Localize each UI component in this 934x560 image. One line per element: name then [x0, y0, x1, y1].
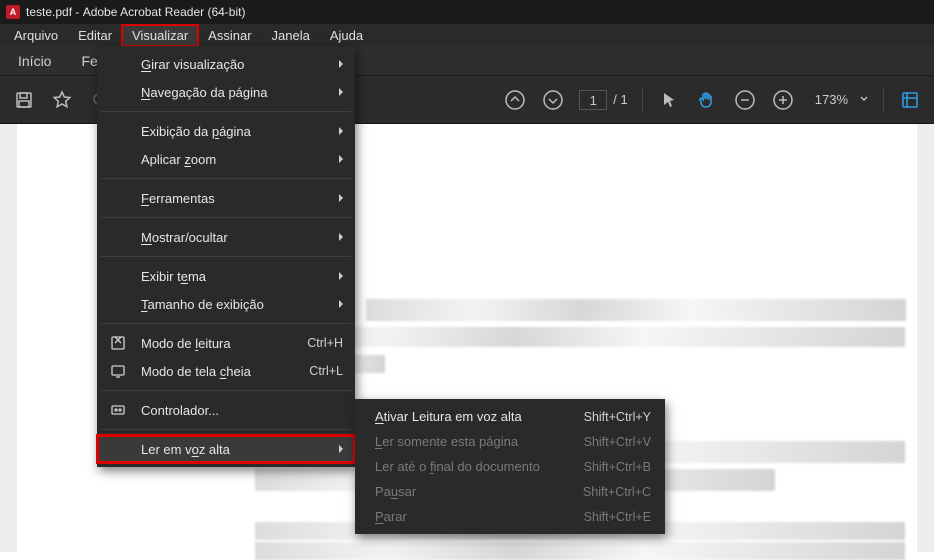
document-filename: teste.pdf [26, 5, 72, 19]
menuitem-modo-leitura[interactable]: Modo de leitura Ctrl+H Modo de leitura [97, 329, 355, 357]
submenu-arrow-icon [339, 272, 343, 280]
menu-separator [101, 178, 351, 179]
submenuitem-pausar: Pausar Shift+Ctrl+C Pausar [355, 479, 665, 504]
submenu-arrow-icon [339, 233, 343, 241]
menuitem-ler-voz-alta[interactable]: Ler em voz alta Ler em voz alta [97, 435, 355, 463]
pdf-app-icon: A [6, 5, 20, 19]
menu-separator [101, 429, 351, 430]
tab-inicio[interactable]: Início [18, 53, 51, 69]
pointer-tool-icon[interactable] [657, 88, 681, 112]
toolbar-divider [642, 88, 643, 112]
menuitem-exibir-tema[interactable]: Exibir tema Exibir tema [97, 262, 355, 290]
menu-visualizar[interactable]: Visualizar [122, 25, 198, 46]
shortcut-label: Shift+Ctrl+V [584, 435, 651, 449]
menu-visualizar-dropdown: Girar visualização Girar visualização Na… [97, 46, 355, 467]
submenuitem-ate-final: Ler até o final do documento Shift+Ctrl+… [355, 454, 665, 479]
toolbar-divider [883, 88, 884, 112]
menu-bar: Arquivo Editar Visualizar Assinar Janela… [0, 24, 934, 46]
menu-ajuda[interactable]: Ajuda [320, 25, 373, 46]
shortcut-label: Ctrl+L [309, 364, 343, 378]
shortcut-label: Shift+Ctrl+B [584, 460, 651, 474]
star-icon[interactable] [50, 88, 74, 112]
page-current-input[interactable]: 1 [579, 90, 607, 110]
submenu-arrow-icon [339, 194, 343, 202]
zoom-dropdown-icon[interactable] [859, 92, 869, 107]
menuitem-controlador[interactable]: Controlador... [97, 396, 355, 424]
menuitem-tela-cheia[interactable]: Modo de tela cheia Ctrl+L Modo de tela c… [97, 357, 355, 385]
hand-tool-icon[interactable] [695, 88, 719, 112]
submenu-ler-voz-alta: Ativar Leitura em voz alta Shift+Ctrl+Y … [355, 399, 665, 534]
menuitem-ferramentas[interactable]: Ferramentas Ferramentas [97, 184, 355, 212]
page-total-label: / 1 [613, 92, 627, 107]
submenu-arrow-icon [339, 127, 343, 135]
fit-width-icon[interactable] [898, 88, 922, 112]
app-name: Adobe Acrobat Reader (64-bit) [83, 5, 246, 19]
menu-separator [101, 256, 351, 257]
submenu-arrow-icon [339, 300, 343, 308]
read-mode-icon [109, 334, 127, 352]
menuitem-exibicao-pagina[interactable]: Exibição da página Exibição da página [97, 117, 355, 145]
shortcut-label: Shift+Ctrl+Y [584, 410, 651, 424]
submenu-arrow-icon [339, 155, 343, 163]
shortcut-label: Shift+Ctrl+C [583, 485, 651, 499]
menu-separator [101, 217, 351, 218]
submenu-arrow-icon [339, 445, 343, 453]
controller-icon [109, 401, 127, 419]
menu-assinar[interactable]: Assinar [198, 25, 261, 46]
tab-ferramentas[interactable]: Fe [81, 53, 97, 69]
submenuitem-esta-pagina: Ler somente esta página Shift+Ctrl+V Ler… [355, 429, 665, 454]
zoom-in-icon[interactable] [771, 88, 795, 112]
menu-editar[interactable]: Editar [68, 25, 122, 46]
title-bar: A teste.pdf - Adobe Acrobat Reader (64-b… [0, 0, 934, 24]
menuitem-aplicar-zoom[interactable]: Aplicar zoom Aplicar zoom [97, 145, 355, 173]
submenu-arrow-icon [339, 88, 343, 96]
menu-separator [101, 390, 351, 391]
fullscreen-icon [109, 362, 127, 380]
zoom-out-icon[interactable] [733, 88, 757, 112]
menu-janela[interactable]: Janela [262, 25, 320, 46]
menuitem-tamanho-exibicao[interactable]: Tamanho de exibição Tamanho de exibição [97, 290, 355, 318]
menuitem-controlador-label: Controlador... [141, 403, 219, 418]
save-icon[interactable] [12, 88, 36, 112]
shortcut-label: Ctrl+H [307, 336, 343, 350]
menuitem-navegacao-pagina[interactable]: Navegação da página Navegação da página [97, 78, 355, 106]
submenuitem-ativar[interactable]: Ativar Leitura em voz alta Shift+Ctrl+Y … [355, 404, 665, 429]
menuitem-girar-visualizacao[interactable]: Girar visualização Girar visualização [97, 50, 355, 78]
page-down-icon[interactable] [541, 88, 565, 112]
zoom-level-label[interactable]: 173% [809, 90, 854, 109]
shortcut-label: Shift+Ctrl+E [584, 510, 651, 524]
submenu-arrow-icon [339, 60, 343, 68]
menuitem-mostrar-ocultar[interactable]: Mostrar/ocultar Mostrar/ocultar [97, 223, 355, 251]
submenuitem-parar: Parar Shift+Ctrl+E Parar [355, 504, 665, 529]
menu-separator [101, 111, 351, 112]
menu-separator [101, 323, 351, 324]
page-up-icon[interactable] [503, 88, 527, 112]
menu-arquivo[interactable]: Arquivo [4, 25, 68, 46]
